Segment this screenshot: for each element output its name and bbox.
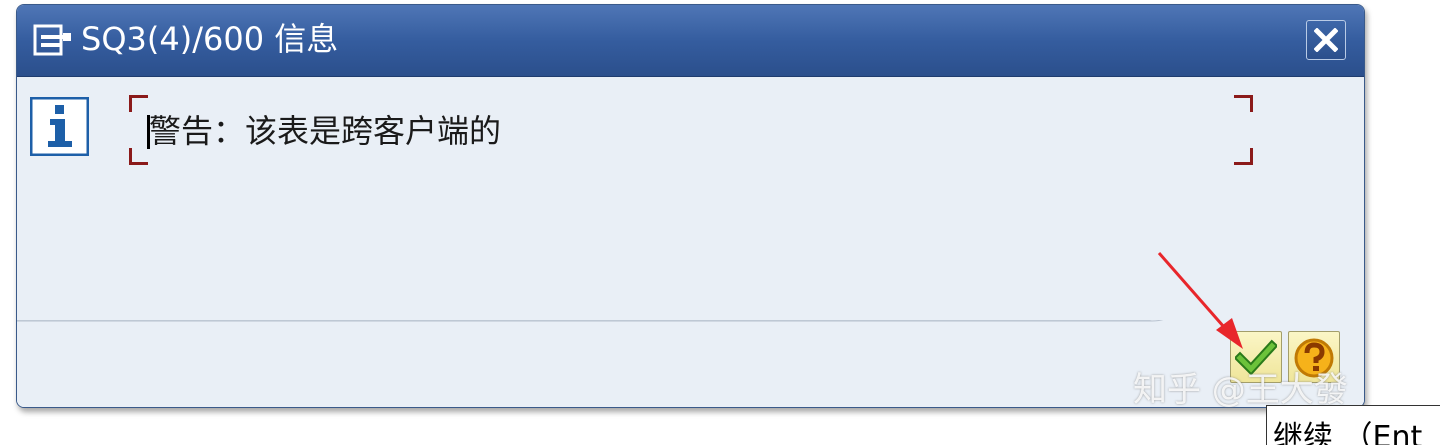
message-text: 警告：该表是跨客户端的	[149, 112, 502, 150]
dialog-title: SQ3(4)/600 信息	[81, 20, 339, 58]
frame-corner	[129, 148, 148, 165]
tooltip: 继续 （Ent	[1266, 405, 1440, 445]
dialog-title-bar[interactable]: SQ3(4)/600 信息	[17, 5, 1364, 77]
frame-corner	[1234, 148, 1253, 165]
info-dialog: SQ3(4)/600 信息 警告：该表是跨客户端的	[16, 4, 1365, 408]
close-icon	[1314, 28, 1338, 52]
dialog-body: 警告：该表是跨客户端的	[17, 77, 1364, 320]
info-icon	[29, 96, 90, 157]
frame-corner	[1234, 95, 1253, 112]
window-menu-icon[interactable]	[33, 23, 73, 59]
tooltip-text: 继续 （Ent	[1273, 420, 1423, 445]
message-field[interactable]: 警告：该表是跨客户端的	[129, 95, 1253, 165]
frame-corner	[129, 95, 148, 112]
watermark: 知乎 @王大發	[1133, 370, 1348, 410]
screen: SQ3(4)/600 信息 警告：该表是跨客户端的 知乎 @王大發 继续 （En…	[0, 0, 1440, 445]
close-button[interactable]	[1306, 20, 1346, 60]
footer-divider	[17, 320, 1164, 322]
